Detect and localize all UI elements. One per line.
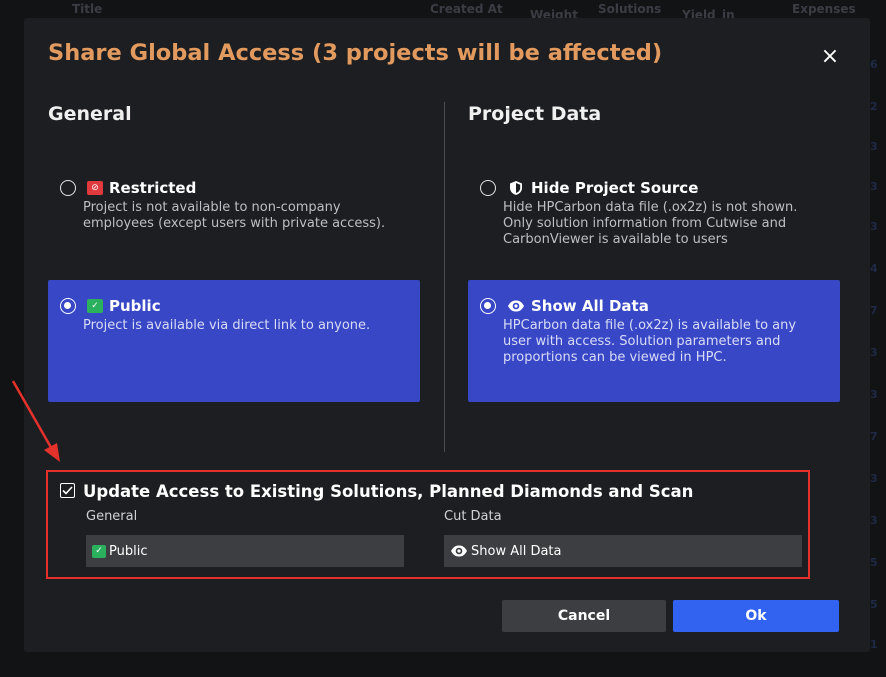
update-access-label: Update Access to Existing Solutions, Pla… xyxy=(83,482,694,501)
bg-cell: 5 xyxy=(870,598,878,611)
option-show-all-data[interactable]: Show All Data HPCarbon data file (.ox2z)… xyxy=(468,280,840,402)
bg-cell: 3 xyxy=(870,346,878,359)
show-all-data-radio[interactable] xyxy=(480,298,496,314)
eye-icon xyxy=(508,300,524,312)
bg-header-title: Title xyxy=(72,2,103,16)
dialog-title: Share Global Access (3 projects will be … xyxy=(48,40,663,66)
bg-cell: 5 xyxy=(870,556,878,569)
shield-icon xyxy=(510,181,522,195)
general-section-title: General xyxy=(48,103,132,125)
option-description: Project is not available to non-company … xyxy=(83,200,386,231)
bg-cell: 3 xyxy=(870,514,878,527)
checkmark-icon xyxy=(62,486,73,495)
general-value: Public xyxy=(109,543,148,559)
hide-project-source-radio[interactable] xyxy=(480,180,496,196)
update-access-checkbox[interactable] xyxy=(60,483,75,498)
cancel-button[interactable]: Cancel xyxy=(502,600,666,632)
update-access-section: Update Access to Existing Solutions, Pla… xyxy=(46,470,810,579)
bg-cell: 6 xyxy=(870,58,878,71)
restricted-radio[interactable] xyxy=(60,180,76,196)
option-label: Restricted xyxy=(109,179,197,197)
project-data-section-title: Project Data xyxy=(468,103,602,125)
general-value-field: ✓ Public xyxy=(86,535,404,567)
bg-cell: 2 xyxy=(870,100,878,113)
bg-cell: 3 xyxy=(870,180,878,193)
public-radio[interactable] xyxy=(60,298,76,314)
general-field-label: General xyxy=(86,509,138,524)
option-description: Hide HPCarbon data file (.ox2z) is not s… xyxy=(503,200,798,247)
close-icon[interactable]: × xyxy=(819,46,841,68)
option-public[interactable]: ✓ Public Project is available via direct… xyxy=(48,280,420,402)
bg-cell: 3 xyxy=(870,388,878,401)
option-label: Show All Data xyxy=(531,297,649,315)
bg-cell: 7 xyxy=(870,304,878,317)
bg-cell: 3 xyxy=(870,140,878,153)
option-description: HPCarbon data file (.ox2z) is available … xyxy=(503,318,797,365)
bg-cell: 4 xyxy=(870,262,878,275)
share-global-access-dialog: Share Global Access (3 projects will be … xyxy=(24,18,870,652)
cut-data-field-label: Cut Data xyxy=(444,509,502,524)
bg-header-solutions: Solutions xyxy=(598,2,662,16)
restricted-badge-icon: ⊘ xyxy=(87,181,103,195)
bg-header-expenses: Expenses xyxy=(792,2,856,16)
option-hide-project-source[interactable]: Hide Project Source Hide HPCarbon data f… xyxy=(468,162,840,272)
public-check-badge-icon: ✓ xyxy=(92,544,106,558)
bg-cell: 7 xyxy=(870,430,878,443)
public-check-badge-icon: ✓ xyxy=(87,299,103,313)
cut-data-value: Show All Data xyxy=(471,543,562,559)
cut-data-value-field: Show All Data xyxy=(444,535,802,567)
bg-header-created-at: Created At xyxy=(430,2,503,16)
option-label: Hide Project Source xyxy=(531,179,699,197)
column-divider xyxy=(444,102,445,452)
bg-cell: 1 xyxy=(870,638,878,651)
bg-cell: 3 xyxy=(870,220,878,233)
eye-icon xyxy=(451,545,467,557)
ok-button[interactable]: Ok xyxy=(673,600,839,632)
bg-cell: 3 xyxy=(870,472,878,485)
option-description: Project is available via direct link to … xyxy=(83,318,371,333)
option-label: Public xyxy=(109,297,161,315)
option-restricted[interactable]: ⊘ Restricted Project is not available to… xyxy=(48,162,420,272)
